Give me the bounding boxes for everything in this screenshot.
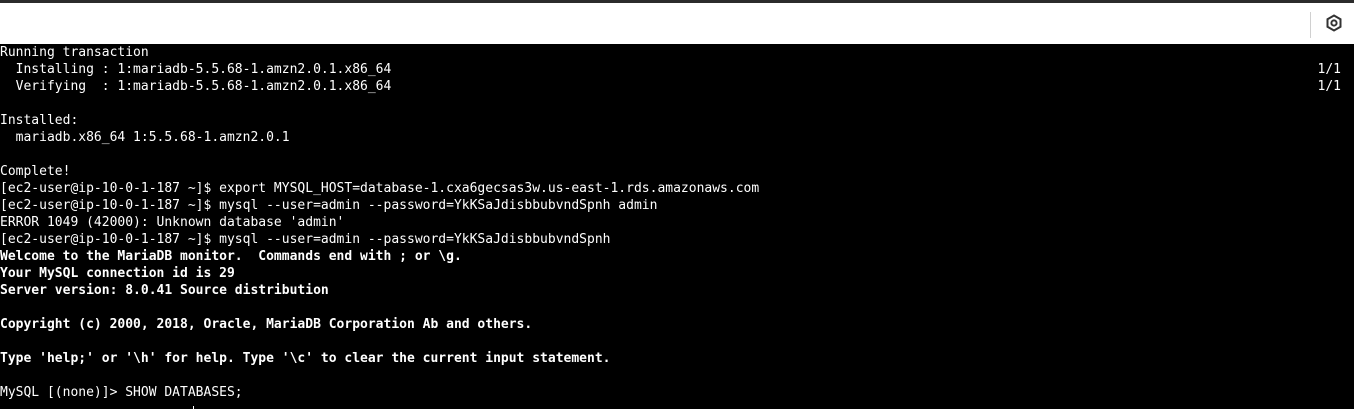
terminal-line: ERROR 1049 (42000): Unknown database 'ad… bbox=[0, 215, 345, 230]
terminal-line: Complete! bbox=[0, 164, 71, 179]
terminal-line: [ec2-user@ip-10-0-1-187 ~]$ mysql --user… bbox=[0, 198, 658, 213]
terminal-line: Running transaction bbox=[0, 45, 149, 60]
terminal-line: Type 'help;' or '\h' for help. Type '\c'… bbox=[0, 351, 611, 366]
terminal-line: Copyright (c) 2000, 2018, Oracle, MariaD… bbox=[0, 317, 533, 332]
terminal-line: mariadb.x86_64 1:5.5.68-1.amzn2.0.1 bbox=[0, 130, 290, 145]
settings-icon bbox=[1325, 13, 1343, 37]
terminal-line: [ec2-user@ip-10-0-1-187 ~]$ export MYSQL… bbox=[0, 181, 760, 196]
terminal-output[interactable]: Running transaction Installing : 1:maria… bbox=[0, 44, 1354, 409]
toolbar-divider bbox=[1310, 12, 1311, 38]
terminal-line: Installing : 1:mariadb-5.5.68-1.amzn2.0.… bbox=[0, 62, 1341, 77]
terminal-line: Verifying : 1:mariadb-5.5.68-1.amzn2.0.1… bbox=[0, 79, 1341, 94]
terminal-line: Welcome to the MariaDB monitor. Commands… bbox=[0, 249, 462, 264]
terminal-line: Installed: bbox=[0, 113, 79, 128]
terminal-prompt-line: MySQL [(none)]> SHOW DATABASES; bbox=[0, 385, 243, 400]
terminal-line: [ec2-user@ip-10-0-1-187 ~]$ mysql --user… bbox=[0, 232, 611, 247]
settings-button[interactable] bbox=[1322, 13, 1346, 37]
terminal-line: Server version: 8.0.41 Source distributi… bbox=[0, 283, 329, 298]
terminal-toolbar bbox=[0, 3, 1354, 44]
terminal-line: Your MySQL connection id is 29 bbox=[0, 266, 235, 281]
